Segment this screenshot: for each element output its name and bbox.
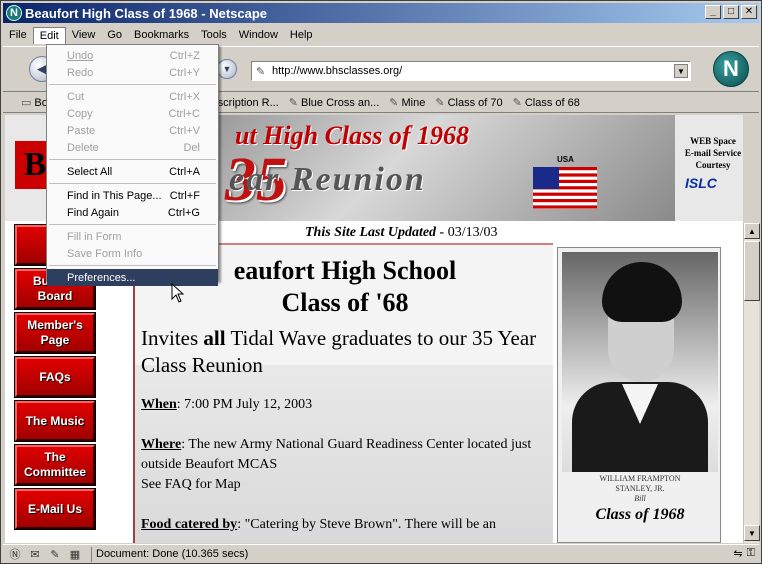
menu-bar: File Edit View Go Bookmarks Tools Window…	[3, 25, 759, 45]
status-right-icons: ⇋ ⚿	[733, 547, 755, 560]
menu-separator	[49, 265, 216, 266]
menu-window[interactable]: Window	[233, 27, 284, 43]
menu-edit[interactable]: Edit	[32, 26, 66, 44]
page-icon: ✎	[256, 66, 266, 78]
window-controls: _ □ ✕	[705, 5, 757, 19]
bookmark-icon: ✎	[512, 97, 522, 109]
menu-go[interactable]: Go	[101, 27, 128, 43]
banner-reunion: ear Reunion	[229, 161, 426, 198]
bookmark-item[interactable]: ✎ Class of 70	[435, 96, 502, 110]
yearbook-photo	[562, 252, 718, 472]
edit-menu-dropdown: Undo Ctrl+Z Redo Ctrl+Y Cut Ctrl+X Copy Ctrl…	[46, 44, 219, 286]
us-flag-icon	[533, 167, 597, 209]
main-frame: eaufort High School Class of '68 Invites…	[133, 243, 553, 543]
folder-icon: ▭	[21, 97, 32, 109]
when-paragraph: When: 7:00 PM July 12, 2003	[141, 397, 313, 412]
bookmark-icon: ✎	[389, 97, 399, 109]
nav-members-page-button[interactable]: Member's Page	[14, 312, 96, 354]
menu-file[interactable]: File	[3, 27, 33, 43]
food-paragraph: Food catered by: "Catering by Steve Brow…	[141, 517, 497, 532]
menu-help[interactable]: Help	[284, 27, 319, 43]
menu-separator	[49, 183, 216, 184]
status-bar: Ⓝ ✉ ✎ ▦ Document: Done (10.365 secs) ⇋ ⚿	[3, 544, 759, 563]
url-dropdown-icon[interactable]: ▼	[674, 64, 688, 78]
menu-bookmarks[interactable]: Bookmarks	[128, 27, 195, 43]
menu-save-form-info[interactable]: Save Form Info	[47, 245, 218, 262]
mail-icon[interactable]: ✉	[27, 547, 43, 561]
menu-delete[interactable]: Delete Del	[47, 139, 218, 156]
close-button[interactable]: ✕	[741, 5, 757, 19]
nav-faqs-button[interactable]: FAQs	[14, 356, 96, 398]
invitation-text: Invites all Tidal Wave graduates to our …	[141, 326, 537, 377]
go-button[interactable]: ▼	[217, 59, 237, 79]
browser-window: N Beaufort High Class of 1968 - Netscape…	[0, 0, 762, 564]
netscape-status-icon[interactable]: Ⓝ	[7, 547, 23, 561]
menu-separator	[49, 159, 216, 160]
netscape-icon: N	[6, 5, 22, 21]
webspace-credit: WEB Space E-mail Service Courtesy	[684, 136, 742, 170]
status-text: Document: Done (10.365 secs)	[91, 546, 248, 562]
url-text: http://www.bhsclasses.org/	[272, 65, 403, 77]
address-book-icon[interactable]: ▦	[67, 547, 83, 561]
nav-music-button[interactable]: The Music	[14, 400, 96, 442]
menu-undo[interactable]: Undo Ctrl+Z	[47, 47, 218, 64]
bookmark-item[interactable]: ▭ Bo	[21, 96, 48, 110]
menu-redo[interactable]: Redo Ctrl+Y	[47, 64, 218, 81]
yearbook-photo-frame: WILLIAM FRAMPTON STANLEY, JR. Bill Class…	[557, 247, 721, 543]
menu-find-again[interactable]: Find Again Ctrl+G	[47, 204, 218, 221]
menu-preferences[interactable]: Preferences...	[47, 269, 218, 286]
flag-label: USA	[557, 155, 574, 164]
scroll-up-icon[interactable]: ▲	[744, 223, 760, 239]
menu-cut[interactable]: Cut Ctrl+X	[47, 88, 218, 105]
maximize-button[interactable]: □	[723, 5, 739, 19]
where-paragraph: Where: The new Army National Guard Readi…	[141, 437, 532, 492]
menu-fill-in-form[interactable]: Fill in Form	[47, 228, 218, 245]
menu-separator	[49, 84, 216, 85]
nav-committee-button[interactable]: The Committee	[14, 444, 96, 486]
menu-copy[interactable]: Copy Ctrl+C	[47, 105, 218, 122]
scroll-thumb[interactable]	[744, 241, 760, 301]
last-updated: This Site Last Updated - 03/13/03	[305, 225, 498, 240]
menu-separator	[49, 224, 216, 225]
islc-logo[interactable]: ISLC	[685, 175, 717, 191]
scroll-down-icon[interactable]: ▼	[744, 525, 760, 541]
nav-email-button[interactable]: E-Mail Us	[14, 488, 96, 530]
bookmark-item[interactable]: ✎ Blue Cross an...	[288, 96, 379, 110]
photo-caption: WILLIAM FRAMPTON STANLEY, JR. Bill	[599, 474, 681, 503]
menu-view[interactable]: View	[66, 27, 102, 43]
bookmark-icon: ✎	[288, 97, 299, 109]
window-title: Beaufort High Class of 1968 - Netscape	[25, 5, 268, 21]
bookmark-item[interactable]: ✎ Class of 68	[512, 96, 580, 110]
bookmark-item[interactable]: ✎ Mine	[389, 96, 425, 110]
menu-tools[interactable]: Tools	[195, 27, 233, 43]
menu-paste[interactable]: Paste Ctrl+V	[47, 122, 218, 139]
bookmark-icon: ✎	[435, 97, 445, 109]
security-lock-icon[interactable]: ⚿	[747, 547, 755, 560]
minimize-button[interactable]: _	[705, 5, 721, 19]
netscape-throbber-icon[interactable]: N	[713, 51, 749, 87]
mouse-cursor-icon	[171, 283, 185, 303]
vertical-scrollbar[interactable]: ▲ ▼	[743, 223, 760, 543]
connection-icon: ⇋	[733, 548, 743, 560]
menu-select-all[interactable]: Select All Ctrl+A	[47, 163, 218, 180]
menu-find-in-page[interactable]: Find in This Page... Ctrl+F	[47, 187, 218, 204]
composer-icon[interactable]: ✎	[47, 547, 63, 561]
title-bar: N Beaufort High Class of 1968 - Netscape…	[3, 3, 759, 23]
class-of-label: Class of 1968	[595, 506, 685, 523]
url-bar[interactable]: ✎ http://www.bhsclasses.org/ ▼	[251, 61, 691, 81]
